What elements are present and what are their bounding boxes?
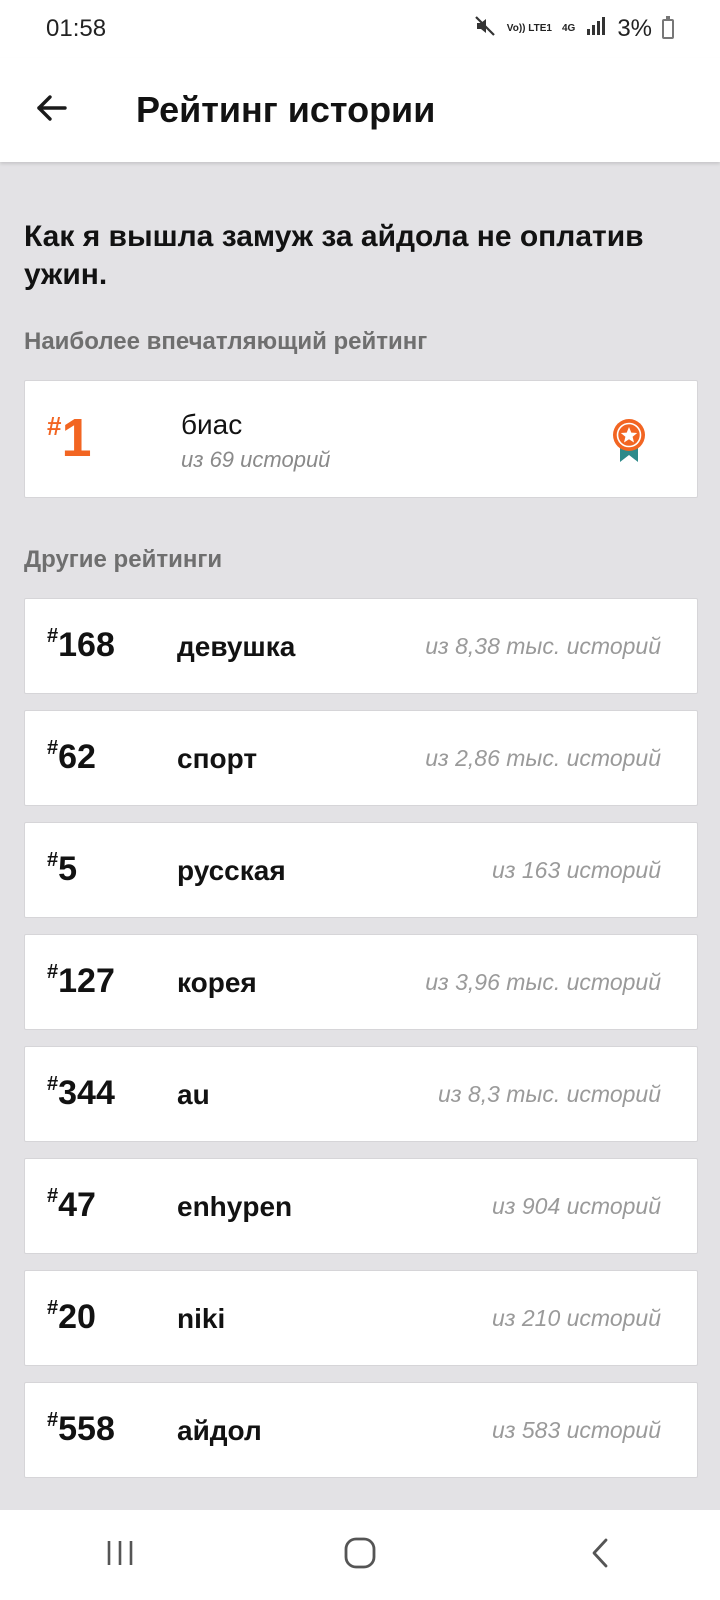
story-count: из 163 историй: [492, 857, 661, 883]
status-time: 01:58: [46, 15, 107, 42]
top-tag-count: из 69 историй: [181, 447, 331, 472]
other-rankings-list: #168 девушка из 8,38 тыс. историй #62 сп…: [24, 598, 698, 1478]
top-ranking-card[interactable]: #1 биас из 69 историй: [24, 380, 698, 498]
tag-name: niki: [177, 1303, 226, 1334]
story-count: из 210 историй: [492, 1305, 661, 1331]
story-count: из 8,38 тыс. историй: [425, 633, 661, 659]
row-rank: #344: [47, 1073, 115, 1113]
system-nav-bar: [0, 1510, 720, 1600]
rank-hash: #: [47, 1409, 59, 1431]
rank-number: 5: [58, 850, 78, 888]
mute-icon: [473, 14, 497, 45]
top-tag-name: биас: [181, 409, 243, 440]
tag-name: айдол: [177, 1415, 262, 1446]
arrow-left-icon: [35, 91, 69, 130]
tag-name: спорт: [177, 743, 258, 774]
ranking-row[interactable]: #5 русская из 163 историй: [24, 822, 698, 918]
rank-hash: #: [47, 625, 59, 647]
ranking-row[interactable]: #344 au из 8,3 тыс. историй: [24, 1046, 698, 1142]
status-icons: Vo)) LTE1 4G 3%: [473, 14, 674, 45]
rank-number: 558: [58, 1410, 115, 1448]
rank-number: 20: [58, 1298, 96, 1336]
other-rankings-label: Другие рейтинги: [24, 546, 223, 573]
top-ranking-label: Наиболее впечатляющий рейтинг: [24, 328, 428, 355]
tag-name: русская: [177, 855, 286, 886]
app-bar: Рейтинг истории: [0, 58, 720, 162]
rank-number: 47: [58, 1186, 96, 1224]
story-count: из 583 историй: [492, 1417, 661, 1443]
rank-hash: #: [47, 849, 59, 871]
recent-apps-icon: [105, 1539, 135, 1572]
tag-name: enhypen: [177, 1191, 293, 1222]
rank-number: 1: [61, 408, 92, 468]
ranking-row[interactable]: #47 enhypen из 904 историй: [24, 1158, 698, 1254]
ranking-row[interactable]: #558 айдол из 583 историй: [24, 1382, 698, 1478]
battery-percent: 3%: [617, 15, 652, 42]
row-rank: #168: [47, 625, 115, 665]
rank-hash: #: [47, 1297, 59, 1319]
status-bar: 01:58 Vo)) LTE1 4G 3%: [0, 0, 720, 58]
top-rank: #1: [47, 411, 92, 465]
volte-indicator: Vo)) LTE1: [506, 23, 552, 34]
page-title: Рейтинг истории: [136, 89, 436, 130]
tag-name: корея: [177, 967, 257, 998]
rank-number: 168: [58, 626, 115, 664]
row-rank: #62: [47, 737, 96, 777]
rank-hash: #: [47, 961, 59, 983]
story-count: из 8,3 тыс. историй: [438, 1081, 661, 1107]
story-count: из 3,96 тыс. историй: [425, 969, 661, 995]
rank-number: 344: [58, 1074, 115, 1112]
home-icon: [343, 1536, 377, 1575]
rank-hash: #: [47, 1185, 59, 1207]
rank-hash: #: [47, 411, 62, 441]
battery-icon: [662, 16, 674, 39]
row-rank: #47: [47, 1185, 96, 1225]
ranking-row[interactable]: #20 niki из 210 историй: [24, 1270, 698, 1366]
rank-number: 62: [58, 738, 96, 776]
rank-hash: #: [47, 1073, 59, 1095]
medal-icon: [611, 417, 647, 463]
row-rank: #20: [47, 1297, 96, 1337]
rank-number: 127: [58, 962, 115, 1000]
rank-hash: #: [47, 737, 59, 759]
system-back-button[interactable]: [560, 1525, 640, 1585]
home-button[interactable]: [320, 1525, 400, 1585]
signal-icon: [585, 15, 607, 44]
row-rank: #558: [47, 1409, 115, 1449]
network-type: 4G: [561, 23, 576, 34]
recent-apps-button[interactable]: [80, 1525, 160, 1585]
ranking-row[interactable]: #127 корея из 3,96 тыс. историй: [24, 934, 698, 1030]
story-count: из 2,86 тыс. историй: [425, 745, 661, 771]
row-rank: #5: [47, 849, 77, 889]
story-count: из 904 историй: [492, 1193, 661, 1219]
row-rank: #127: [47, 961, 115, 1001]
ranking-content: Как я вышла замуж за айдола не оплатив у…: [0, 162, 720, 1510]
tag-name: au: [177, 1079, 210, 1110]
back-chevron-icon: [588, 1537, 612, 1574]
story-title: Как я вышла замуж за айдола не оплатив у…: [24, 220, 644, 291]
back-button[interactable]: [24, 82, 80, 138]
ranking-row[interactable]: #62 спорт из 2,86 тыс. историй: [24, 710, 698, 806]
ranking-row[interactable]: #168 девушка из 8,38 тыс. историй: [24, 598, 698, 694]
tag-name: девушка: [177, 631, 296, 662]
